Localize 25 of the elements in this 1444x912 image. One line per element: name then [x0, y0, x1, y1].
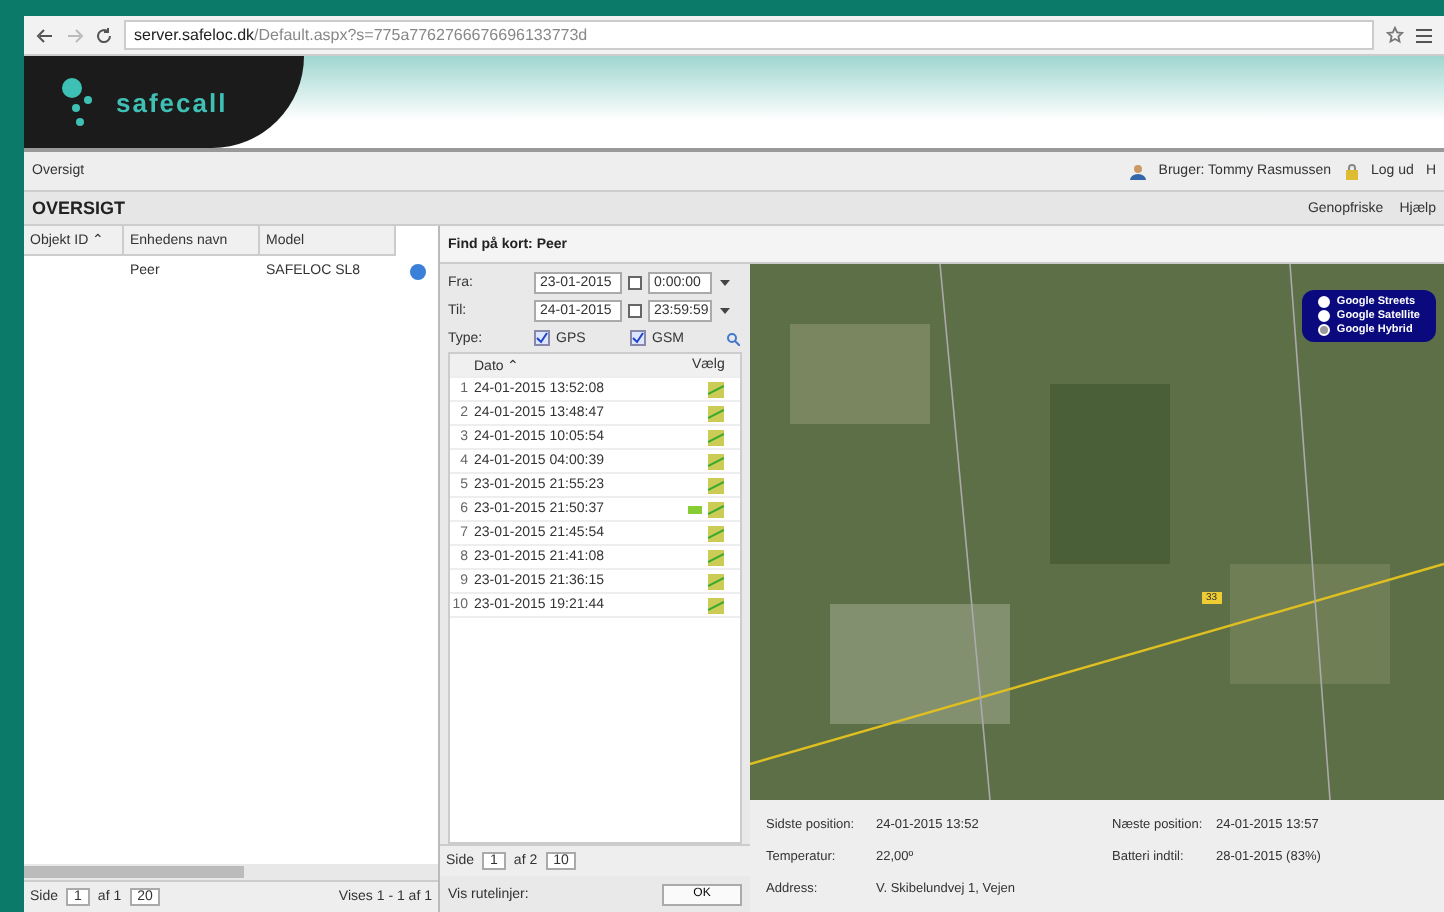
map-icon[interactable]: [708, 453, 724, 469]
page-title: OVERSIGT: [32, 198, 126, 218]
map-icon[interactable]: [708, 597, 724, 613]
user-icon: [1130, 163, 1147, 179]
menu-icon[interactable]: [1416, 27, 1432, 43]
map-icon[interactable]: [708, 405, 724, 421]
address-bar[interactable]: server.safeloc.dk/Default.aspx?s=775a7762766676696133773d: [124, 20, 1374, 50]
logo: safecall: [24, 56, 304, 148]
map-icon[interactable]: [708, 573, 724, 589]
star-icon[interactable]: [1386, 26, 1404, 44]
map-icon[interactable]: [708, 477, 724, 493]
radio-button[interactable]: [1318, 296, 1331, 308]
radio-button[interactable]: [1318, 310, 1331, 322]
back-arrow-icon[interactable]: [36, 27, 54, 43]
search-icon[interactable]: [726, 331, 740, 345]
checkbox[interactable]: [534, 330, 550, 346]
reload-icon[interactable]: [96, 27, 112, 43]
map-icon[interactable]: [708, 381, 724, 397]
map-icon[interactable]: [708, 525, 724, 541]
radio-button[interactable]: [1318, 324, 1331, 336]
padlock-icon: [1343, 163, 1360, 179]
checkbox[interactable]: [630, 330, 646, 346]
map-icon[interactable]: [708, 429, 724, 445]
map-icon[interactable]: [708, 549, 724, 565]
map-icon[interactable]: [708, 501, 724, 517]
